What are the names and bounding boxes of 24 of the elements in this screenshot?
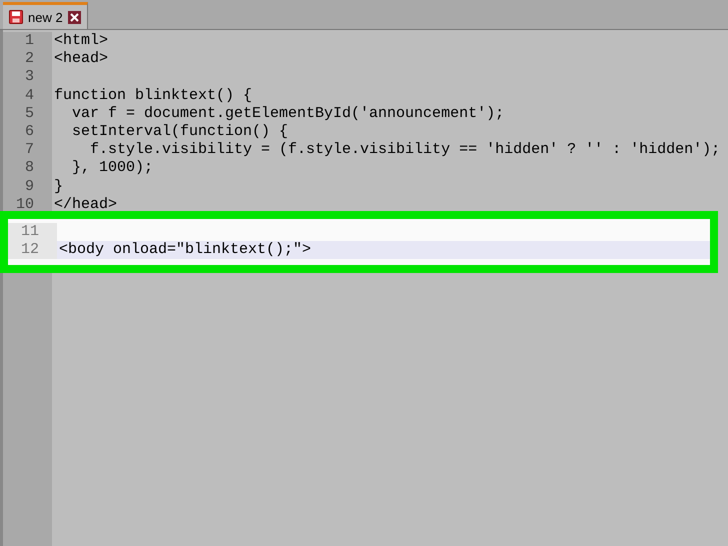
code-line: </head> bbox=[53, 196, 118, 214]
code-line: f.style.visibility = (f.style.visibility == 'hidden' ? '' : 'hidden'); bbox=[89, 141, 720, 160]
line-number: 4 bbox=[3, 86, 52, 105]
code-line: setInterval(function() { bbox=[71, 122, 288, 142]
close-icon[interactable] bbox=[68, 10, 81, 24]
line-number: 12 bbox=[8, 241, 57, 260]
code-line: <html> bbox=[53, 32, 108, 50]
line-number: 3 bbox=[3, 68, 52, 87]
line-number: 9 bbox=[3, 178, 52, 196]
line-number: 8 bbox=[3, 159, 52, 178]
line-number: 11 bbox=[8, 222, 57, 242]
line-number: 7 bbox=[3, 141, 52, 160]
code-line: <head> bbox=[53, 50, 108, 68]
line-number: 1 bbox=[3, 32, 52, 50]
line-number: 2 bbox=[3, 50, 52, 68]
code-line: var f = document.getElementById('announcement'); bbox=[71, 104, 504, 123]
line-number: 5 bbox=[3, 104, 52, 123]
code-line: <body onload="blinktext();"> bbox=[58, 241, 312, 260]
code-line: }, 1000); bbox=[71, 159, 154, 178]
tab-label: new 2 bbox=[28, 10, 63, 24]
document-tab[interactable]: new 2 bbox=[3, 2, 88, 29]
code-line: function blinktext() { bbox=[53, 86, 252, 105]
code-line: } bbox=[53, 178, 64, 196]
line-number: 6 bbox=[3, 122, 52, 142]
